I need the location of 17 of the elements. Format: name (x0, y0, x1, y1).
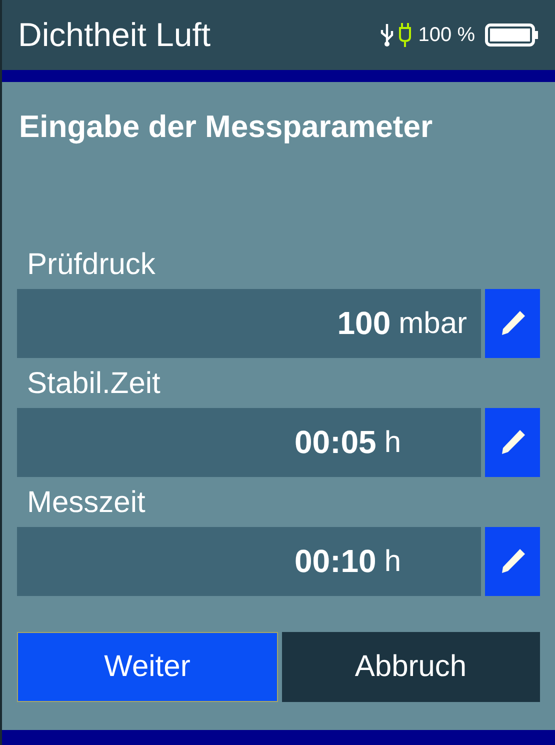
usb-icon (380, 23, 394, 47)
window-title: Dichtheit Luft (18, 15, 212, 56)
parameter-label: Stabil.Zeit (27, 366, 162, 402)
edit-button[interactable] (485, 408, 540, 476)
edit-button[interactable] (485, 288, 540, 358)
page-heading: Eingabe der Messparameter (19, 108, 434, 146)
edit-button[interactable] (485, 526, 540, 596)
battery-percentage: 100 % (418, 23, 475, 48)
parameter-label: Prüfdruck (27, 246, 156, 282)
value-field[interactable]: 100 mbar (17, 288, 481, 358)
value-field[interactable]: 00:10 h (17, 526, 481, 596)
parameter-label: Messzeit (27, 484, 146, 520)
value-field[interactable]: 00:05 h (17, 408, 481, 476)
action-button[interactable]: Abbruch (282, 632, 540, 702)
battery-icon (485, 23, 539, 47)
plug-icon (398, 22, 412, 48)
action-button[interactable]: Weiter (17, 632, 278, 702)
